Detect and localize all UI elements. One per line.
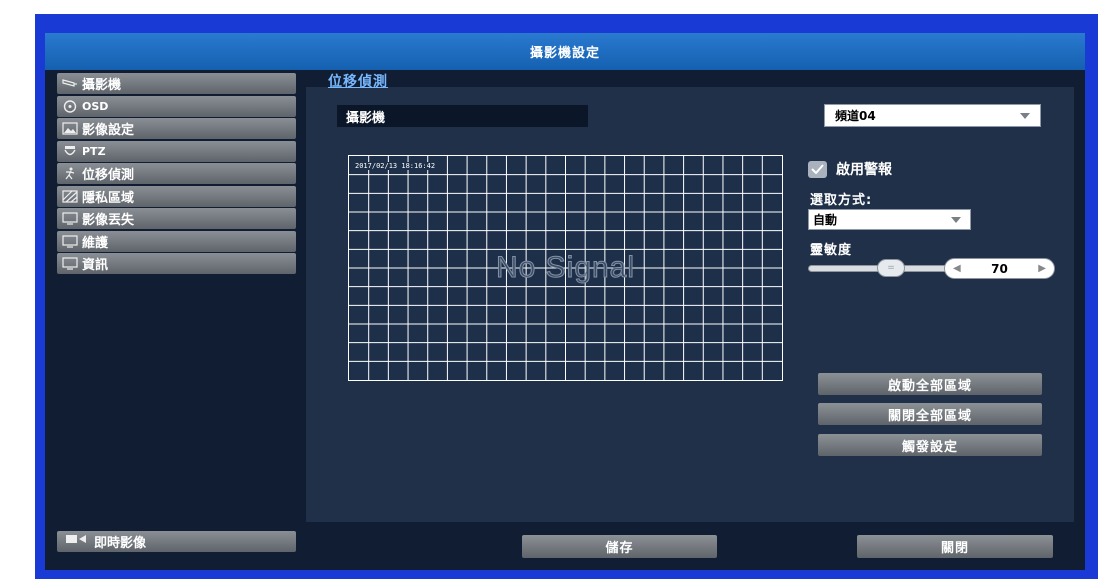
sidebar-item-label: 影像丟失 — [82, 213, 135, 228]
sidebar-item-label: OSD — [82, 99, 109, 113]
select-mode-label: 選取方式: — [810, 193, 873, 208]
grid-timestamp: 2017/02/13 18:16:42 — [355, 162, 436, 170]
sidebar-item-label: 資訊 — [82, 258, 109, 273]
alarm-checkbox[interactable] — [808, 160, 827, 178]
sidebar-item-ptz[interactable]: PTZ — [57, 140, 296, 162]
privacy-icon — [62, 189, 78, 203]
live-view-button[interactable]: 即時影像 — [57, 531, 296, 552]
sensitivity-stepper: ◀ 70 ▶ — [944, 258, 1055, 279]
select-mode-dropdown[interactable]: 自動 — [808, 209, 971, 230]
motion-grid[interactable]: 2017/02/13 18:16:42 No Signal — [348, 155, 783, 381]
sidebar-item-label: 位移偵測 — [82, 168, 135, 183]
sidebar-item-label: 隱私區域 — [82, 190, 135, 206]
live-view-icon — [66, 534, 88, 549]
enable-all-zones-button[interactable]: 啟動全部區域 — [818, 373, 1042, 395]
sidebar-item-maintenance[interactable]: 維護 — [57, 230, 296, 252]
alarm-label: 啟用警報 — [836, 162, 892, 178]
channel-select[interactable]: 頻道04 — [824, 104, 1041, 127]
tab-motion-detection[interactable]: 位移偵測 — [328, 71, 388, 91]
channel-select-value: 頻道04 — [835, 109, 876, 123]
sidebar-item-label: PTZ — [82, 144, 106, 158]
alarm-row: 啟用警報 — [808, 159, 892, 179]
disable-all-zones-button[interactable]: 關閉全部區域 — [818, 403, 1042, 425]
chevron-down-icon — [1020, 113, 1030, 119]
live-view-label: 即時影像 — [94, 536, 147, 551]
monitor-icon — [62, 234, 78, 248]
sidebar-item-camera[interactable]: 攝影機 — [57, 73, 296, 94]
ptz-icon — [62, 145, 78, 158]
window-title: 攝影機設定 — [45, 33, 1085, 70]
decrease-arrow-icon[interactable]: ◀ — [953, 263, 961, 274]
close-button[interactable]: 關閉 — [857, 535, 1053, 558]
monitor-icon — [62, 212, 78, 225]
increase-arrow-icon[interactable]: ▶ — [1038, 263, 1046, 274]
sidebar-item-privacy-zone[interactable]: 隱私區域 — [57, 185, 296, 207]
checkmark-icon — [811, 164, 824, 174]
sidebar-item-label: 攝影機 — [82, 78, 122, 93]
sensitivity-value[interactable]: 70 — [991, 262, 1008, 276]
camera-label: 攝影機 — [337, 105, 588, 127]
grip-icon: = — [887, 263, 895, 273]
sidebar-item-label: 維護 — [82, 235, 109, 251]
sidebar-item-info[interactable]: 資訊 — [57, 253, 296, 274]
trigger-settings-button[interactable]: 觸發設定 — [818, 434, 1042, 456]
sidebar-item-image-settings[interactable]: 影像設定 — [57, 118, 296, 139]
sidebar-item-osd[interactable]: OSD — [57, 95, 296, 117]
sidebar: 攝影機 OSD 影像設定 PTZ 位移偵測 隱私區域 影像丟失 維護 資訊 — [57, 73, 296, 276]
save-button[interactable]: 儲存 — [522, 535, 717, 558]
image-icon — [62, 122, 78, 135]
sidebar-item-video-loss[interactable]: 影像丟失 — [57, 208, 296, 229]
select-mode-value: 自動 — [813, 213, 838, 227]
motion-icon — [62, 167, 78, 180]
sensitivity-label: 靈敏度 — [810, 243, 853, 258]
camera-icon — [62, 77, 78, 90]
monitor-icon — [62, 257, 78, 270]
osd-icon — [62, 99, 78, 113]
sensitivity-slider-thumb[interactable]: = — [877, 259, 905, 277]
sidebar-item-motion-detection[interactable]: 位移偵測 — [57, 163, 296, 184]
sidebar-item-label: 影像設定 — [82, 123, 135, 138]
no-signal-text: No Signal — [495, 251, 636, 285]
chevron-down-icon — [951, 217, 961, 223]
